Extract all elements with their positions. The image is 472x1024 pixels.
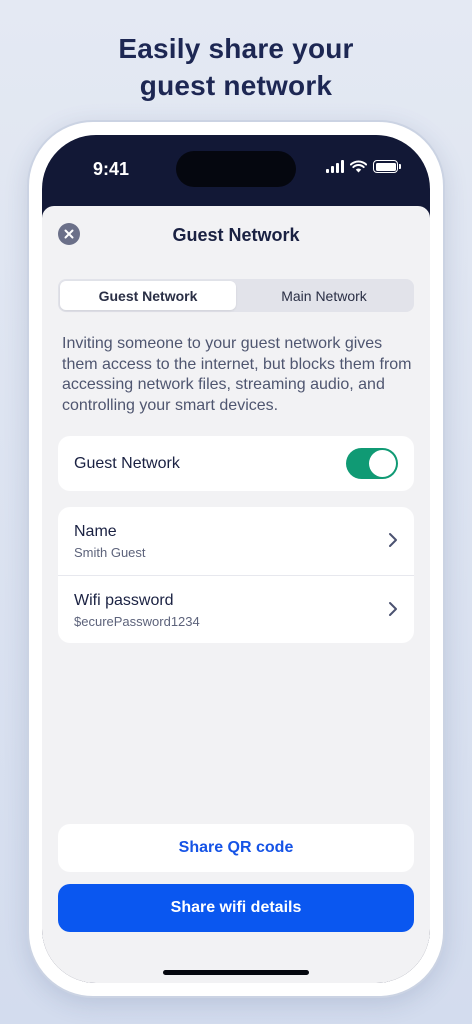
chevron-right-icon — [389, 533, 397, 547]
sheet-title: Guest Network — [172, 225, 300, 245]
sheet-header: Guest Network — [42, 206, 430, 264]
guest-network-toggle[interactable] — [346, 448, 398, 479]
headline-line-1: Easily share your — [118, 33, 354, 64]
toggle-knob — [369, 450, 396, 477]
tab-main-network[interactable]: Main Network — [236, 281, 412, 310]
guest-network-toggle-card: Guest Network — [58, 436, 414, 491]
guest-network-sheet: Guest Network Guest Network Main Network… — [42, 206, 430, 983]
network-settings-list: Name Smith Guest Wifi password $ecurePas… — [58, 507, 414, 643]
tab-guest-network[interactable]: Guest Network — [60, 281, 236, 310]
share-wifi-details-button[interactable]: Share wifi details — [58, 884, 414, 932]
phone-frame: 9:41 Guest Network Guest Network Main Ne… — [27, 120, 445, 998]
network-name-row[interactable]: Name Smith Guest — [58, 507, 414, 575]
row-label: Wifi password — [74, 592, 174, 609]
phone-screen: 9:41 Guest Network Guest Network Main Ne… — [42, 135, 430, 983]
home-indicator — [163, 970, 309, 975]
row-value: Smith Guest — [74, 545, 146, 560]
status-time: 9:41 — [93, 159, 130, 179]
status-icons — [326, 160, 401, 173]
headline-line-2: guest network — [139, 70, 333, 101]
guest-network-description: Inviting someone to your guest network g… — [62, 335, 412, 414]
wifi-icon — [350, 160, 367, 173]
chevron-right-icon — [389, 602, 397, 616]
row-value: $ecurePassword1234 — [74, 614, 200, 629]
toggle-label: Guest Network — [74, 455, 180, 472]
battery-icon — [373, 160, 401, 173]
share-qr-code-button[interactable]: Share QR code — [58, 824, 414, 872]
dynamic-island — [176, 151, 296, 187]
row-label: Name — [74, 523, 117, 540]
headline: Easily share your guest network — [0, 30, 472, 104]
signal-icon — [326, 160, 344, 173]
wifi-password-row[interactable]: Wifi password $ecurePassword1234 — [58, 575, 414, 643]
network-segmented-control: Guest Network Main Network — [58, 279, 414, 312]
